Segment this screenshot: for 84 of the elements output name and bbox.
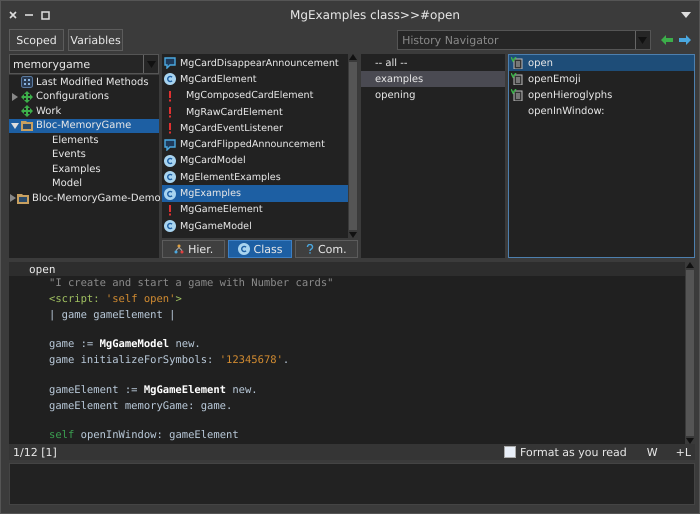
hierarchy-icon [174,244,184,254]
expand-icon [11,92,19,101]
class-icon [164,171,176,184]
test-pass-icon [511,57,523,69]
class-icon [164,73,176,86]
collapse-icon [11,122,19,130]
question-icon [306,244,314,254]
scroll-down-icon [349,232,357,238]
toolbar-button[interactable]: Scoped [9,29,64,51]
package-item[interactable]: Bloc-MemoryGame [9,118,159,133]
code-line: gameElement memoryGame: game. [48,398,234,414]
class-item[interactable]: MgCardEventListener [162,120,348,136]
method-item[interactable]: openInWindow: [509,103,694,119]
package-item[interactable]: Configurations [9,90,159,104]
protocol-item[interactable]: examples [361,71,505,87]
class-icon [164,220,176,232]
view-mode-button[interactable]: Com. [294,240,358,258]
history-field[interactable]: History Navigator [398,31,635,49]
package-item[interactable]: Elements [9,133,159,148]
speech-bubble-icon [164,138,176,151]
package-item[interactable]: Events [9,148,159,162]
folder-icon [17,192,29,204]
class-item[interactable]: MgElementExamples [162,169,348,186]
test-pass-icon [511,73,523,85]
class-item[interactable]: MgGameElement [162,202,348,218]
code-line: game initializeForSymbols: '12345678'. [48,353,290,368]
class-item[interactable]: MgGameModel [162,218,348,234]
expand-icon [9,194,17,202]
close-icon [9,11,17,19]
speech-bubble-icon [164,57,176,70]
class-item[interactable]: MgRawCardElement [162,104,348,120]
folder-icon [21,120,33,132]
class-icon [164,154,176,167]
code-line: game := MgGameModel new. [48,337,202,352]
line-numbers-toggle[interactable]: +L [676,446,691,458]
package-item[interactable]: Model [9,176,159,191]
scroll-up-icon [349,54,357,60]
package-item[interactable]: Last Modified Methods [9,75,159,90]
code-line: | game gameElement | [48,308,176,323]
filter-dropdown[interactable]: memorygame [9,54,159,74]
toolbar-button[interactable]: Variables [68,29,124,51]
code-line: <script: 'self open'> [48,292,183,307]
maximize-icon [41,10,50,20]
method-item[interactable]: openEmoji [509,71,694,87]
method-item[interactable]: open [509,55,694,71]
minimize-icon [25,11,33,19]
input-pane[interactable] [9,463,695,505]
protocol-item[interactable]: opening [361,87,505,103]
code-line: gameElement := MgGameElement new. [48,382,259,398]
grid-icon [21,76,33,88]
view-mode-button[interactable]: Class [228,240,292,258]
protocol-item[interactable]: -- all -- [361,55,505,71]
class-item[interactable]: MgCardDisappearAnnouncement [162,55,348,72]
move-icon [21,90,33,103]
package-item[interactable]: Bloc-MemoryGame-Demo [9,191,159,206]
view-mode-button[interactable]: Hier. [162,240,226,258]
class-item[interactable]: MgExamples [162,185,348,202]
forward-arrow-icon[interactable] [678,35,691,45]
scroll-up-icon [686,262,694,268]
back-arrow-icon[interactable] [660,35,673,45]
method-item[interactable]: openHieroglyphs [509,87,694,103]
menu-caret-icon [681,12,691,18]
class-icon [238,243,250,255]
test-pass-icon [511,89,523,101]
code-line: self openInWindow: gameElement [48,428,240,444]
checkbox-label: Format as you read [520,446,627,458]
history-dropdown[interactable]: History Navigator [397,30,651,50]
scrollbar[interactable] [348,54,358,238]
cursor-position: 1/12 [1] [13,446,58,458]
wrap-toggle[interactable]: W [646,446,658,458]
method-selector: open [9,262,685,276]
move-icon [21,105,33,118]
class-icon [164,188,176,200]
scrollbar[interactable] [685,262,695,444]
class-item[interactable]: MgComposedCardElement [162,88,348,104]
class-item[interactable]: MgCardElement [162,71,348,88]
window-title: MgExamples class>>#open [289,8,461,22]
filter-field[interactable]: memorygame [10,55,143,73]
class-item[interactable]: MgCardFlippedAnnouncement [162,136,348,153]
package-item[interactable]: Examples [9,162,159,176]
package-item[interactable]: Work [9,104,159,118]
class-item[interactable]: MgCardModel [162,152,348,170]
checkbox[interactable] [504,446,516,458]
code-line: "I create and start a game with Number cards" [48,276,334,292]
